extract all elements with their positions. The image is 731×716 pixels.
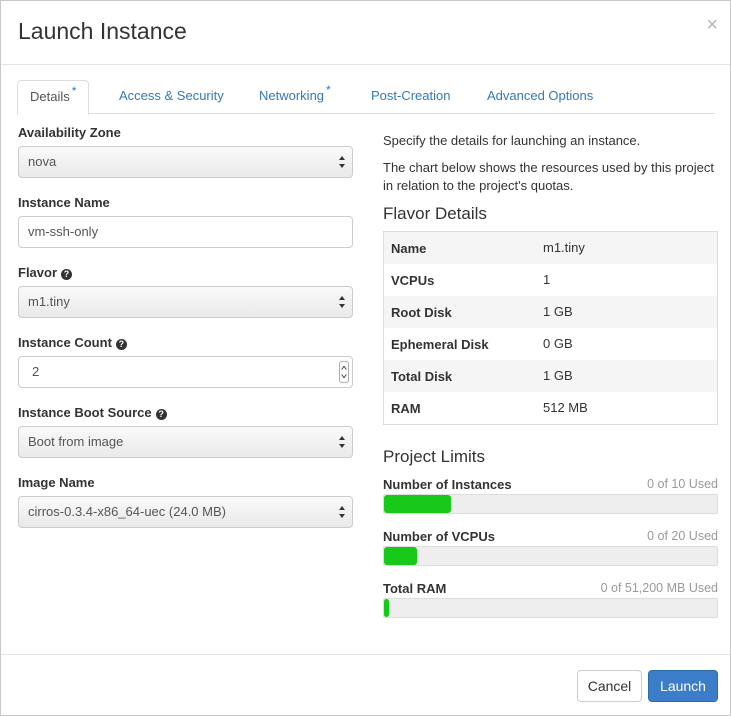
flavor-label-text: Flavor: [18, 265, 58, 280]
cancel-button[interactable]: Cancel: [577, 670, 642, 702]
select-value: m1.tiny: [28, 294, 70, 309]
modal-footer: Cancel Launch: [1, 654, 730, 716]
tab-advanced-options[interactable]: Advanced Options: [475, 80, 605, 114]
row-value: 1: [543, 272, 551, 287]
row-key: VCPUs: [391, 273, 435, 288]
select-value: cirros-0.3.4-x86_64-uec (24.0 MB): [28, 504, 226, 519]
row-key: RAM: [391, 401, 421, 416]
instance-count-label: Instance Count?: [18, 335, 127, 350]
launch-instance-modal: Launch Instance × Details * Access & Secu…: [0, 0, 731, 716]
tab-access-security[interactable]: Access & Security: [107, 80, 236, 114]
project-limits-heading: Project Limits: [383, 447, 486, 466]
tab-bar: Details * Access & Security Networking * P…: [17, 80, 715, 115]
row-value: 1 GB: [543, 368, 573, 383]
availability-zone-select[interactable]: nova: [18, 146, 353, 178]
limit-usage-text: 0 of 20 Used: [647, 529, 718, 543]
boot-source-select[interactable]: Boot from image: [18, 426, 353, 458]
instance-count-input[interactable]: 2: [18, 356, 353, 388]
required-star-icon: *: [71, 84, 77, 98]
flavor-details-table: Name m1.tiny VCPUs 1 Root Disk 1 GB Ephe…: [383, 231, 718, 425]
boot-source-label: Instance Boot Source?: [18, 405, 167, 420]
chart-note-line-2: in relation to the project's quotas.: [383, 178, 574, 193]
intro-text: Specify the details for launching an ins…: [383, 133, 641, 148]
input-value: 2: [32, 364, 40, 379]
tab-networking[interactable]: Networking *: [247, 80, 343, 114]
required-star-icon: *: [326, 83, 331, 97]
image-name-label: Image Name: [18, 475, 95, 490]
tab-label: Networking: [259, 88, 325, 103]
table-row: Total Disk 1 GB: [384, 360, 717, 392]
tab-post-creation[interactable]: Post-Creation: [359, 80, 462, 114]
tab-label: Details: [30, 89, 70, 104]
tab-label: Access & Security: [119, 88, 224, 103]
table-row: Name m1.tiny: [384, 232, 717, 264]
select-arrows-icon: [339, 156, 345, 168]
row-key: Ephemeral Disk: [391, 337, 489, 352]
limit-label: Number of VCPUs: [383, 529, 495, 544]
select-arrows-icon: [339, 506, 345, 518]
table-row: RAM 512 MB: [384, 392, 717, 424]
limit-label: Number of Instances: [383, 477, 512, 492]
usage-bar-fill: [384, 547, 418, 565]
usage-bar: [383, 598, 718, 618]
image-name-select[interactable]: cirros-0.3.4-x86_64-uec (24.0 MB): [18, 496, 353, 528]
help-icon[interactable]: ?: [155, 409, 167, 420]
flavor-select[interactable]: m1.tiny: [18, 286, 353, 318]
select-arrows-icon: [339, 296, 345, 308]
select-arrows-icon: [339, 436, 345, 448]
help-icon[interactable]: ?: [61, 269, 73, 280]
limit-usage-text: 0 of 10 Used: [647, 477, 718, 491]
flavor-label: Flavor?: [18, 265, 73, 280]
row-value: m1.tiny: [543, 240, 585, 255]
row-key: Total Disk: [391, 369, 453, 384]
number-stepper-icon[interactable]: [339, 361, 349, 383]
launch-button[interactable]: Launch: [648, 670, 718, 702]
modal-header: Launch Instance ×: [1, 1, 730, 65]
flavor-details-heading: Flavor Details: [383, 204, 487, 223]
modal-title: Launch Instance: [18, 18, 187, 44]
tab-label: Advanced Options: [487, 88, 594, 103]
row-value: 0 GB: [543, 336, 573, 351]
row-value: 1 GB: [543, 304, 573, 319]
table-row: Root Disk 1 GB: [384, 296, 717, 328]
tab-label: Post-Creation: [371, 88, 451, 103]
limit-usage-text: 0 of 51,200 MB Used: [600, 581, 718, 595]
usage-bar-fill: [384, 599, 389, 617]
table-row: VCPUs 1: [384, 264, 717, 296]
close-icon[interactable]: ×: [706, 15, 718, 35]
tab-details[interactable]: Details *: [17, 80, 90, 115]
chart-note-line-1: The chart below shows the resources used…: [383, 160, 714, 175]
limit-label: Total RAM: [383, 581, 447, 596]
row-value: 512 MB: [543, 400, 588, 415]
usage-bar-fill: [384, 495, 451, 513]
instance-count-label-text: Instance Count: [18, 335, 112, 350]
row-key: Name: [391, 241, 427, 256]
select-value: nova: [28, 154, 57, 169]
instance-name-label: Instance Name: [18, 195, 110, 210]
row-key: Root Disk: [391, 305, 452, 320]
boot-source-label-text: Instance Boot Source: [18, 405, 152, 420]
usage-bar: [383, 546, 718, 566]
availability-zone-label: Availability Zone: [18, 125, 121, 140]
usage-bar: [383, 494, 718, 514]
instance-name-input[interactable]: vm-ssh-only: [18, 216, 353, 248]
table-row: Ephemeral Disk 0 GB: [384, 328, 717, 360]
help-icon[interactable]: ?: [115, 339, 127, 350]
select-value: Boot from image: [28, 434, 124, 449]
input-value: vm-ssh-only: [28, 224, 99, 239]
